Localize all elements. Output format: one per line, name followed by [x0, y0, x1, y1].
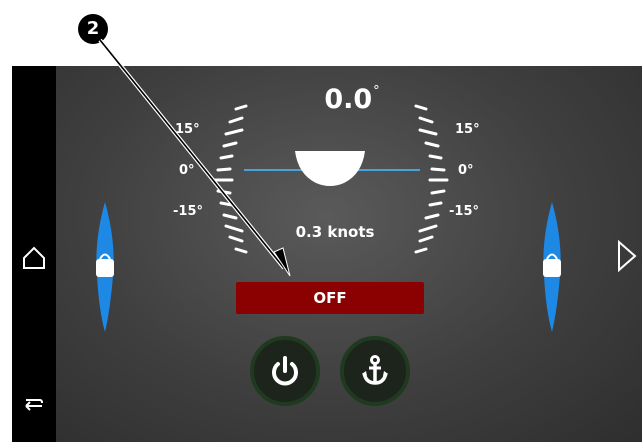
left-scale-label-top: 15°	[175, 122, 200, 137]
speed-readout: 0.3 knots	[295, 223, 375, 241]
left-scale-label-zero: 0°	[179, 163, 195, 178]
right-thruster-indicator	[543, 202, 561, 332]
left-thruster-indicator	[96, 202, 114, 332]
next-page-button[interactable]	[612, 234, 642, 278]
trim-angle-value: 0.0	[324, 84, 373, 115]
trim-angle-readout: 0.0°	[297, 84, 407, 115]
control-screen: 0.0° 15° 0° -15° 15° 0° -15° 0.3 knots O…	[12, 66, 642, 442]
boat-hull	[295, 151, 365, 186]
right-scale-label-top: 15°	[455, 122, 480, 137]
trim-angle-unit: °	[373, 84, 380, 99]
power-button[interactable]	[250, 336, 320, 406]
anchor-icon	[362, 355, 388, 385]
right-scale-label-zero: 0°	[458, 163, 474, 178]
right-scale-label-bottom: -15°	[449, 204, 479, 219]
chevron-right-icon	[618, 239, 637, 273]
callout-badge: 2	[78, 14, 108, 44]
status-bar-off: OFF	[236, 282, 424, 314]
right-scale-ticks	[414, 104, 449, 254]
left-scale-label-bottom: -15°	[173, 204, 203, 219]
left-scale-ticks	[213, 104, 248, 254]
trim-gauge-graphic	[96, 104, 561, 332]
anchor-button[interactable]	[340, 336, 410, 406]
power-icon	[272, 356, 298, 386]
